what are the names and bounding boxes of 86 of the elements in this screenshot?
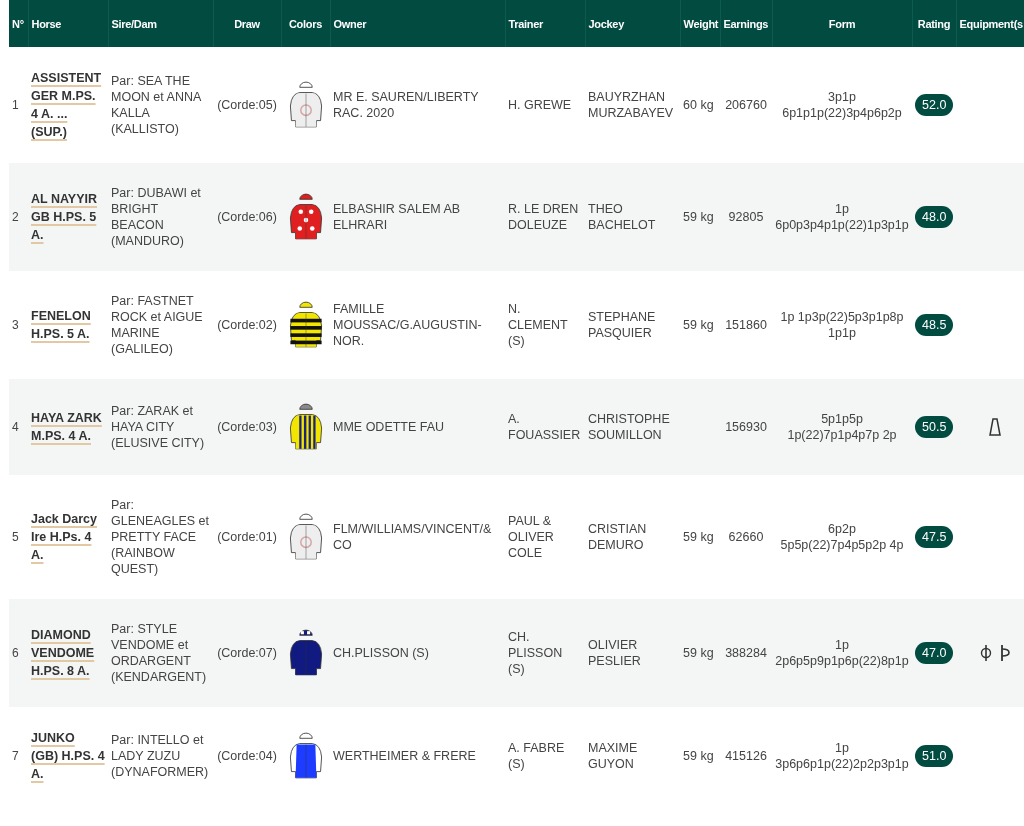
trainer-text: PAUL & OLIVER COLE xyxy=(508,514,554,560)
trainer-text: A. FOUASSIER xyxy=(508,412,581,442)
draw-text: (Corde:07) xyxy=(217,646,277,660)
owner-text: ELBASHIR SALEM AB ELHRARI xyxy=(333,202,461,232)
sire-dam-text: Par: STYLE VENDOME et ORDARGENT (KENDARGENT) xyxy=(111,622,207,684)
weight-text: 59 kg xyxy=(683,318,714,332)
horse-name-link[interactable]: FENELON H.PS. 5 A. xyxy=(31,307,105,343)
form-text: 1p 2p6p5p9p1p6p(22)8p1p xyxy=(775,638,909,668)
column-header: Weight xyxy=(680,0,720,47)
weight-text: 59 kg xyxy=(683,210,714,224)
weight-text: 60 kg xyxy=(683,98,714,112)
column-header: Draw xyxy=(213,0,281,47)
draw-text: (Corde:01) xyxy=(217,530,277,544)
draw-text: (Corde:03) xyxy=(217,420,277,434)
column-header: Rating xyxy=(912,0,956,47)
sire-dam-text: Par: INTELLO et LADY ZUZU (DYNAFORMER) xyxy=(111,733,209,779)
form-text: 1p 3p6p6p1p(22)2p2p3p1p xyxy=(775,741,909,771)
jockey-text: OLIVIER PESLIER xyxy=(588,638,641,668)
sire-dam-text: Par: SEA THE MOON et ANNA KALLA (KALLISTO) xyxy=(111,74,201,136)
column-header: Equipment(s xyxy=(956,0,1024,47)
earnings-text: 62660 xyxy=(728,530,764,544)
earnings-text: 415126 xyxy=(725,749,767,763)
rating-badge: 48.5 xyxy=(915,314,954,336)
rating-badge: 52.0 xyxy=(915,94,954,116)
row-number: 5 xyxy=(12,530,19,544)
draw-text: (Corde:04) xyxy=(217,749,277,763)
column-header: Trainer xyxy=(505,0,585,47)
sire-dam-text: Par: FASTNET ROCK et AIGUE MARINE (GALILEO) xyxy=(111,294,203,356)
earnings-text: 206760 xyxy=(725,98,767,112)
draw-text: (Corde:05) xyxy=(217,98,277,112)
row-number: 3 xyxy=(12,318,19,332)
form-text: 5p1p5p 1p(22)7p1p4p7p 2p xyxy=(787,412,897,442)
weight-text: 59 kg xyxy=(683,530,714,544)
owner-text: WERTHEIMER & FRERE xyxy=(333,749,476,763)
weight-text: 59 kg xyxy=(683,646,714,660)
jockey-text: MAXIME GUYON xyxy=(588,741,638,771)
sire-dam-text: Par: GLENEAGLES et PRETTY FACE (RAINBOW QUEST) xyxy=(111,498,209,576)
form-text: 1p 1p3p(22)5p3p1p8p 1p1p xyxy=(780,310,904,340)
column-header: Colors xyxy=(281,0,330,47)
trainer-text: CH. PLISSON (S) xyxy=(508,630,563,676)
column-header: Horse xyxy=(28,0,108,47)
row-number: 6 xyxy=(12,646,19,660)
horse-name-link[interactable]: Jack Darcy Ire H.Ps. 4 A. xyxy=(31,510,105,564)
jockey-text: THEO BACHELOT xyxy=(588,202,656,232)
trainer-text: N. CLEMENT (S) xyxy=(508,302,568,348)
draw-text: (Corde:02) xyxy=(217,318,277,332)
jockey-text: BAUYRZHAN MURZABAYEV xyxy=(588,90,674,120)
column-header: Earnings xyxy=(720,0,772,47)
owner-text: FAMILLE MOUSSAC/G.AUGUSTIN-NOR. xyxy=(333,302,482,348)
row-number: 2 xyxy=(12,210,19,224)
jockey-text: CRISTIAN DEMURO xyxy=(588,522,647,552)
column-header: Sire/Dam xyxy=(108,0,213,47)
earnings-text: 156930 xyxy=(725,420,767,434)
rating-badge: 50.5 xyxy=(915,416,954,438)
owner-text: CH.PLISSON (S) xyxy=(333,646,429,660)
form-text: 3p1p 6p1p1p(22)3p4p6p2p xyxy=(782,90,902,120)
form-text: 1p 6p0p3p4p1p(22)1p3p1p xyxy=(775,202,909,232)
column-header: Owner xyxy=(330,0,505,47)
row-number: 4 xyxy=(12,420,19,434)
trainer-text: A. FABRE (S) xyxy=(508,741,565,771)
row-number: 7 xyxy=(12,749,19,763)
sire-dam-text: Par: DUBAWI et BRIGHT BEACON (MANDURO) xyxy=(111,186,201,248)
form-text: 6p2p 5p5p(22)7p4p5p2p 4p xyxy=(780,522,904,552)
rating-badge: 47.0 xyxy=(915,642,954,664)
column-header: Form xyxy=(772,0,912,47)
trainer-text: H. GREWE xyxy=(508,98,572,112)
horse-name-link[interactable]: JUNKO (GB) H.PS. 4 A. xyxy=(31,729,105,783)
rating-badge: 48.0 xyxy=(915,206,954,228)
rating-badge: 47.5 xyxy=(915,526,954,548)
sire-dam-text: Par: ZARAK et HAYA CITY (ELUSIVE CITY) xyxy=(111,404,205,450)
trainer-text: R. LE DREN DOLEUZE xyxy=(508,202,579,232)
column-header: Jockey xyxy=(585,0,680,47)
jockey-text: STEPHANE PASQUIER xyxy=(588,310,656,340)
row-number: 1 xyxy=(12,98,19,112)
owner-text: MME ODETTE FAU xyxy=(333,420,445,434)
earnings-text: 92805 xyxy=(728,210,764,224)
rating-badge: 51.0 xyxy=(915,745,954,767)
owner-text: MR E. SAUREN/LIBERTY RAC. 2020 xyxy=(333,90,479,120)
draw-text: (Corde:06) xyxy=(217,210,277,224)
earnings-text: 151860 xyxy=(725,318,767,332)
owner-text: FLM/WILLIAMS/VINCENT/& CO xyxy=(333,522,492,552)
column-header: N° xyxy=(9,0,28,47)
earnings-text: 388284 xyxy=(725,646,767,660)
weight-text: 59 kg xyxy=(683,749,714,763)
horse-name-link[interactable]: ASSISTENT GER M.PS. 4 A. ... (SUP.) xyxy=(31,69,105,141)
jockey-text: CHRISTOPHE SOUMILLON xyxy=(588,412,670,442)
